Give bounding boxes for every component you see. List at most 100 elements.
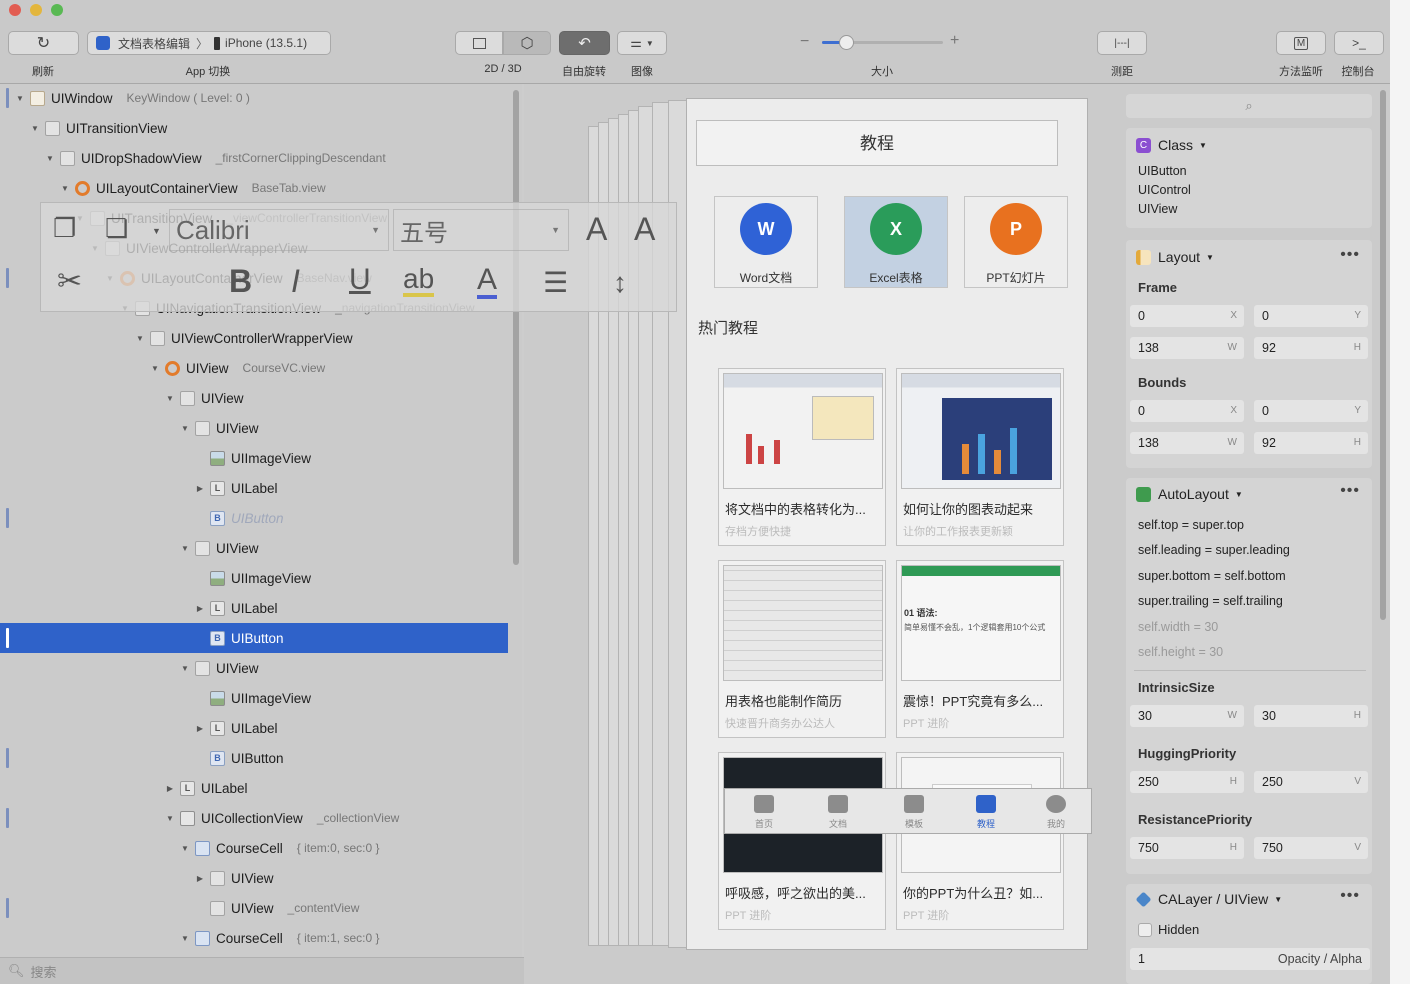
hierarchy-row[interactable]: ▶ UIView <box>0 863 508 893</box>
line-spacing-icon[interactable]: ↕ <box>613 269 627 297</box>
more-icon[interactable]: ••• <box>1340 246 1360 264</box>
course-card[interactable]: 你的PPT为什么丑？如... PPT 进阶 <box>896 752 1064 930</box>
intrinsic-height-field[interactable]: 30 H <box>1254 705 1368 727</box>
course-card[interactable]: 如何让你的图表动起来 让你的工作报表更新颖 <box>896 368 1064 546</box>
image-options-button[interactable]: ⚌ ▼ <box>617 31 667 55</box>
decrease-font-icon[interactable]: A <box>634 213 655 245</box>
inspector-search[interactable]: ⌕ <box>1126 94 1372 118</box>
increase-font-icon[interactable]: A <box>586 213 607 245</box>
inactive-constraint[interactable]: self.height = 30 <box>1138 645 1223 659</box>
tab-docs[interactable]: 文档 <box>809 793 867 831</box>
disclosure-expanded-icon[interactable]: ▼ <box>179 424 191 433</box>
hierarchy-row[interactable]: ▼ CourseCell { item:1, sec:0 } <box>0 923 508 953</box>
resistance-horizontal-field[interactable]: 750 H <box>1130 837 1244 859</box>
hierarchy-row[interactable]: B UIButton <box>0 503 508 533</box>
font-size-field[interactable]: 五号 ▼ <box>393 209 569 251</box>
hierarchy-row[interactable]: ▼ UITransitionView <box>0 113 508 143</box>
course-card[interactable]: 呼吸感，呼之欲出的美... PPT 进阶 <box>718 752 886 930</box>
bounds-x-field[interactable]: 0X <box>1130 400 1244 422</box>
hierarchy-row[interactable]: ▼ UIView <box>0 383 508 413</box>
zoom-in-icon[interactable]: + <box>950 32 959 50</box>
hierarchy-row[interactable]: B UIButton <box>0 743 508 773</box>
bounds-y-field[interactable]: 0Y <box>1254 400 1368 422</box>
constraint[interactable]: self.top = super.top <box>1138 518 1244 532</box>
hierarchy-row[interactable]: UIImageView <box>0 683 508 713</box>
layer-header[interactable]: CALayer / UIView ▼ <box>1135 891 1282 907</box>
bold-icon[interactable]: B <box>229 265 252 297</box>
free-rotate-button[interactable]: ↶ <box>559 31 610 55</box>
autolayout-header[interactable]: AutoLayout ▼ <box>1136 486 1243 502</box>
font-color-icon[interactable]: A <box>477 265 498 299</box>
tab-home[interactable]: 首页 <box>735 793 793 831</box>
disclosure-expanded-icon[interactable]: ▼ <box>179 934 191 943</box>
measure-button[interactable]: |---| <box>1097 31 1147 55</box>
intrinsic-width-field[interactable]: 30 W <box>1130 705 1244 727</box>
size-slider-thumb[interactable] <box>839 35 855 50</box>
more-icon[interactable]: ••• <box>1340 482 1360 500</box>
disclosure-expanded-icon[interactable]: ▼ <box>179 664 191 673</box>
disclosure-collapsed-icon[interactable]: ▶ <box>164 784 176 793</box>
size-slider[interactable] <box>822 35 943 50</box>
bounds-width-field[interactable]: 138 W <box>1130 432 1244 454</box>
app-ppt[interactable]: P PPT幻灯片 <box>964 196 1068 288</box>
disclosure-expanded-icon[interactable]: ▼ <box>134 334 146 343</box>
disclosure-expanded-icon[interactable]: ▼ <box>164 814 176 823</box>
app-word[interactable]: W Word文档 <box>714 196 818 288</box>
bounds-height-field[interactable]: 92 H <box>1254 432 1368 454</box>
hierarchy-search-bar[interactable]: 🔍︎ 搜索 <box>0 957 524 984</box>
highlight-icon[interactable]: ab <box>403 265 435 297</box>
hierarchy-row[interactable]: ▼ UIView CourseVC.view <box>0 353 508 383</box>
close-window-button[interactable] <box>9 4 21 16</box>
disclosure-expanded-icon[interactable]: ▼ <box>14 94 26 103</box>
refresh-button[interactable]: ↻ <box>8 31 79 55</box>
disclosure-expanded-icon[interactable]: ▼ <box>179 844 191 853</box>
more-icon[interactable]: ••• <box>1340 887 1360 905</box>
hidden-checkbox[interactable]: Hidden <box>1138 922 1199 937</box>
italic-icon[interactable]: I <box>291 265 300 297</box>
class-header[interactable]: C Class ▼ <box>1136 137 1207 153</box>
align-icon[interactable]: ☰ <box>543 269 568 297</box>
minimize-window-button[interactable] <box>30 4 42 16</box>
course-card[interactable]: 将文档中的表格转化为... 存档方便快捷 <box>718 368 886 546</box>
constraint[interactable]: super.trailing = self.trailing <box>1138 594 1283 608</box>
hierarchy-row[interactable]: ▶ L UILabel <box>0 593 508 623</box>
disclosure-expanded-icon[interactable]: ▼ <box>179 544 191 553</box>
frame-x-field[interactable]: 0X <box>1130 305 1244 327</box>
hierarchy-row[interactable]: UIImageView <box>0 443 508 473</box>
tab-templates[interactable]: 模板 <box>885 793 943 831</box>
3d-mode-button[interactable]: ⬡ <box>503 31 551 55</box>
nav-bar[interactable]: 教程 <box>696 120 1058 166</box>
disclosure-collapsed-icon[interactable]: ▶ <box>194 484 206 493</box>
inactive-constraint[interactable]: self.width = 30 <box>1138 620 1218 634</box>
hierarchy-row[interactable]: ▼ UILayoutContainerView BaseTab.view <box>0 173 508 203</box>
constraint[interactable]: self.leading = super.leading <box>1138 543 1290 557</box>
zoom-out-icon[interactable]: − <box>800 33 809 51</box>
hugging-vertical-field[interactable]: 250 V <box>1254 771 1368 793</box>
tab-profile[interactable]: 我的 <box>1027 793 1085 831</box>
app-excel[interactable]: X Excel表格 <box>844 196 948 288</box>
method-monitor-button[interactable]: M <box>1276 31 1326 55</box>
hierarchy-row[interactable]: UIView _contentView <box>0 893 508 923</box>
copy-icon[interactable]: ❐ <box>53 215 76 241</box>
disclosure-collapsed-icon[interactable]: ▶ <box>194 724 206 733</box>
opacity-field[interactable]: 1 Opacity / Alpha <box>1130 948 1370 970</box>
hierarchy-row[interactable]: ▼ CourseCell { item:0, sec:0 } <box>0 833 508 863</box>
frame-y-field[interactable]: 0Y <box>1254 305 1368 327</box>
disclosure-collapsed-icon[interactable]: ▶ <box>194 874 206 883</box>
layout-header[interactable]: Layout ▼ <box>1136 249 1214 265</box>
hierarchy-scrollbar[interactable] <box>513 90 519 565</box>
hierarchy-row[interactable]: ▼ UIView <box>0 413 508 443</box>
hierarchy-row[interactable]: ▼ UIView <box>0 533 508 563</box>
disclosure-expanded-icon[interactable]: ▼ <box>149 364 161 373</box>
hierarchy-row[interactable]: ▶ L UILabel <box>0 713 508 743</box>
hugging-horizontal-field[interactable]: 250 H <box>1130 771 1244 793</box>
hierarchy-row[interactable]: ▶ L UILabel <box>0 773 508 803</box>
hierarchy-row[interactable]: UIImageView <box>0 563 508 593</box>
underline-icon[interactable]: U <box>349 265 371 295</box>
tab-tutorials[interactable]: 教程 <box>957 793 1015 831</box>
hierarchy-row[interactable]: ▼ UIDropShadowView _firstCornerClippingDes… <box>0 143 508 173</box>
app-switch-button[interactable]: 文档表格编辑 〉 iPhone (13.5.1) <box>87 31 331 55</box>
hierarchy-row[interactable]: ▼ UICollectionView _collectionView <box>0 803 508 833</box>
frame-height-field[interactable]: 92 H <box>1254 337 1368 359</box>
cut-icon[interactable]: ✂ <box>57 267 82 297</box>
